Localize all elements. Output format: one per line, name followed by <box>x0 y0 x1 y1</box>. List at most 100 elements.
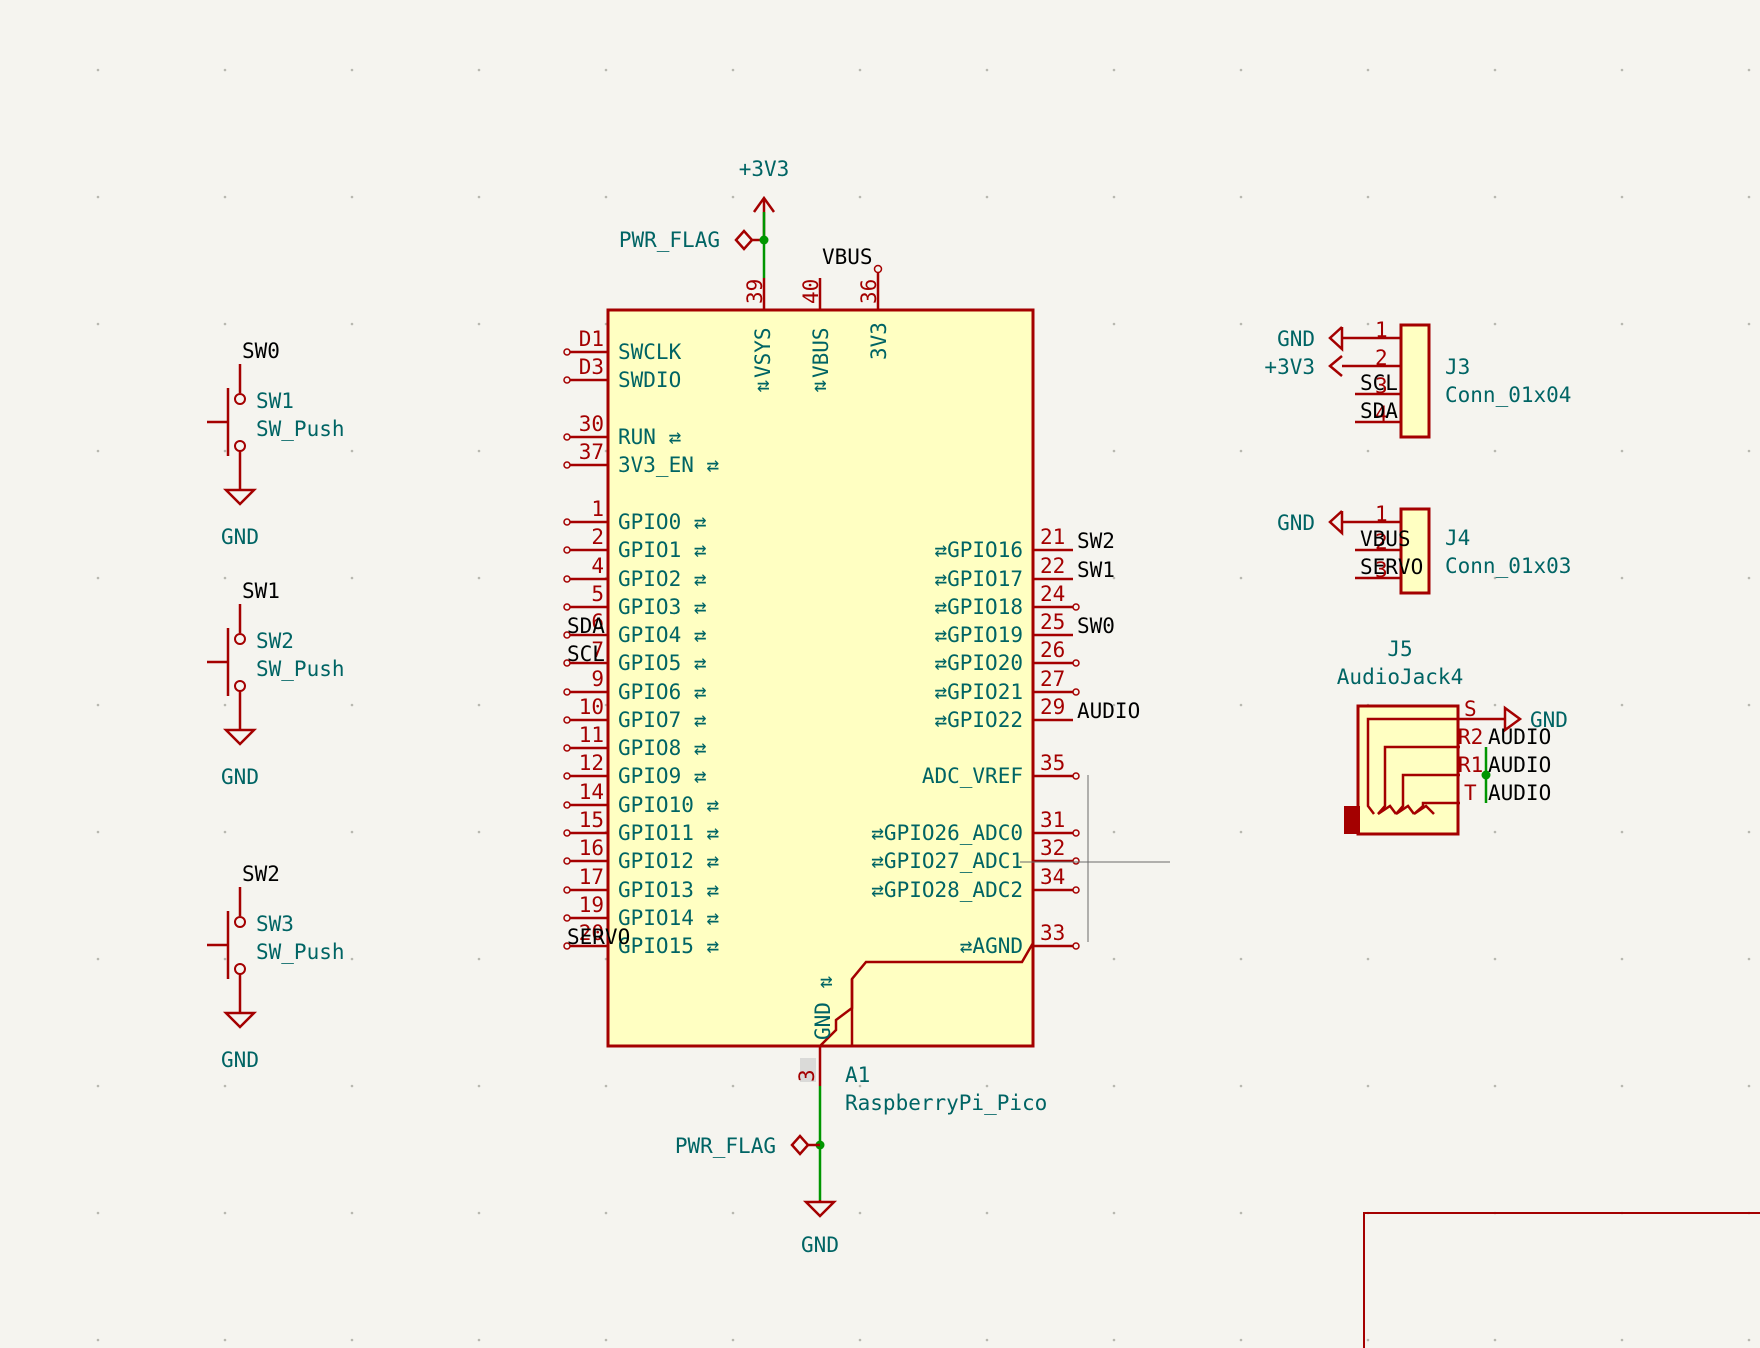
j5-value: AudioJack4 <box>1337 665 1463 689</box>
grid-dot <box>223 1338 227 1342</box>
j4-net-vbus: VBUS <box>1360 527 1411 551</box>
pin-name: GPIO5 ⇄ <box>618 651 707 675</box>
pin-num: 22 <box>1040 554 1065 578</box>
grid-dot <box>96 1338 100 1342</box>
pin-name: ⇄GPIO21 <box>934 680 1023 704</box>
grid-dot <box>1620 576 1624 580</box>
j5-net-audio: AUDIO <box>1488 781 1551 805</box>
j3-net-scl: SCL <box>1360 371 1398 395</box>
grid-dot <box>96 957 100 961</box>
pico-bottom-power: PWR_FLAG GND <box>675 1086 839 1257</box>
grid-dot <box>1112 957 1116 961</box>
grid-dot <box>858 195 862 199</box>
grid-dot <box>1747 68 1751 72</box>
grid-dot <box>1747 1338 1751 1342</box>
grid-dot <box>1239 703 1243 707</box>
pico-ref: A1 <box>845 1063 870 1087</box>
pin-name: GPIO10 ⇄ <box>618 793 719 817</box>
j3-net-sda: SDA <box>1360 399 1398 423</box>
no-connect-circle <box>873 264 883 274</box>
grid-dot <box>1620 1084 1624 1088</box>
grid-dot <box>1620 449 1624 453</box>
switch-gnd-label: GND <box>221 765 259 789</box>
grid-dot <box>223 1084 227 1088</box>
push-switch[interactable]: SW0 SW1 SW_Push GND <box>207 339 345 549</box>
pin-num: 12 <box>579 751 604 775</box>
grid-dot <box>350 449 354 453</box>
grid-dot <box>1239 322 1243 326</box>
pin-num: 27 <box>1040 667 1065 691</box>
pin-num: 35 <box>1040 751 1065 775</box>
grid-dot <box>1747 322 1751 326</box>
grid-dot <box>1493 68 1497 72</box>
push-switch[interactable]: SW2 SW3 SW_Push GND <box>207 862 345 1072</box>
grid-dot <box>223 195 227 199</box>
pin-num: 34 <box>1040 865 1065 889</box>
pin-num: 29 <box>1040 695 1065 719</box>
grid-dot <box>1112 1211 1116 1215</box>
grid-dot <box>1366 68 1370 72</box>
pin-name: ⇄GPIO26_ADC0 <box>871 821 1023 845</box>
j5-net-audio: AUDIO <box>1488 725 1551 749</box>
j3-connector[interactable]: GND +3V3 1 2 3 4 SCL SDA J3 Conn_01x04 <box>1264 318 1571 439</box>
j3-value: Conn_01x04 <box>1445 383 1571 407</box>
grid-dot <box>1493 1338 1497 1342</box>
pin-num: 31 <box>1040 808 1065 832</box>
grid-dot <box>96 195 100 199</box>
grid-dot <box>1239 957 1243 961</box>
switch-net-label: SW2 <box>242 862 280 886</box>
grid-dot <box>604 68 608 72</box>
pin-num: 15 <box>579 808 604 832</box>
grid-dot <box>1493 449 1497 453</box>
push-switch[interactable]: SW1 SW2 SW_Push GND <box>207 579 345 789</box>
grid-dot <box>96 68 100 72</box>
j3-body[interactable] <box>1399 323 1431 439</box>
grid-dot <box>96 322 100 326</box>
pin-num-36: 36 <box>857 279 881 304</box>
pin-name: GPIO0 ⇄ <box>618 510 707 534</box>
grid-dot <box>350 1338 354 1342</box>
grid-dot <box>1239 830 1243 834</box>
grid-dot <box>1620 195 1624 199</box>
grid-dot <box>1366 1338 1370 1342</box>
pico-symbol[interactable]: +3V3 PWR_FLAG VBUS 39 40 36 VSYS VBUS 3V… <box>563 157 1140 1257</box>
grid-dot <box>1239 1211 1243 1215</box>
j4-body[interactable] <box>1399 507 1431 595</box>
j5-audio-jack[interactable]: J5 AudioJack4 GND S R2 R1 T AUDIO AUDIO … <box>1337 637 1568 836</box>
grid-dot <box>985 68 989 72</box>
grid-dot <box>1239 1338 1243 1342</box>
grid-dot <box>1493 322 1497 326</box>
pin-name: GPIO9 ⇄ <box>618 764 707 788</box>
pin-num: 21 <box>1040 525 1065 549</box>
pin-num: D1 <box>579 327 604 351</box>
grid-dot <box>1366 449 1370 453</box>
switch-net-label: SW1 <box>242 579 280 603</box>
switch-gnd-label: GND <box>221 525 259 549</box>
svg-text:⇄: ⇄ <box>820 969 833 993</box>
j5-body[interactable] <box>1356 704 1460 836</box>
v3v3-top-label: +3V3 <box>739 157 790 181</box>
grid-dot <box>96 703 100 707</box>
grid-dot <box>604 195 608 199</box>
pin-name: ⇄GPIO19 <box>934 623 1023 647</box>
grid-dot <box>985 1338 989 1342</box>
j4-connector[interactable]: GND 1 2 3 VBUS SERVO J4 Conn_01x03 <box>1277 502 1571 595</box>
pin-num: 19 <box>579 893 604 917</box>
pin-num: 26 <box>1040 638 1065 662</box>
grid-dot <box>731 195 735 199</box>
grid-dot <box>96 449 100 453</box>
j4-pin-num: 1 <box>1375 502 1388 526</box>
grid-dot <box>223 957 227 961</box>
pin-num-39: 39 <box>743 279 767 304</box>
grid-dot <box>350 703 354 707</box>
grid-dot <box>1747 957 1751 961</box>
pin-name: ⇄AGND <box>960 934 1023 958</box>
pwr-flag-top-label: PWR_FLAG <box>619 228 720 252</box>
pin-num: 24 <box>1040 582 1065 606</box>
grid-dot <box>604 1338 608 1342</box>
pin-num: 25 <box>1040 610 1065 634</box>
j3-ref: J3 <box>1445 355 1470 379</box>
pin-net-label: SDA <box>567 614 605 638</box>
schematic-canvas[interactable]: SW0SW1SW_PushGND SW1SW2SW_PushGND SW2SW3SW… <box>0 0 1760 1348</box>
j4-gnd-icon <box>1328 510 1344 536</box>
